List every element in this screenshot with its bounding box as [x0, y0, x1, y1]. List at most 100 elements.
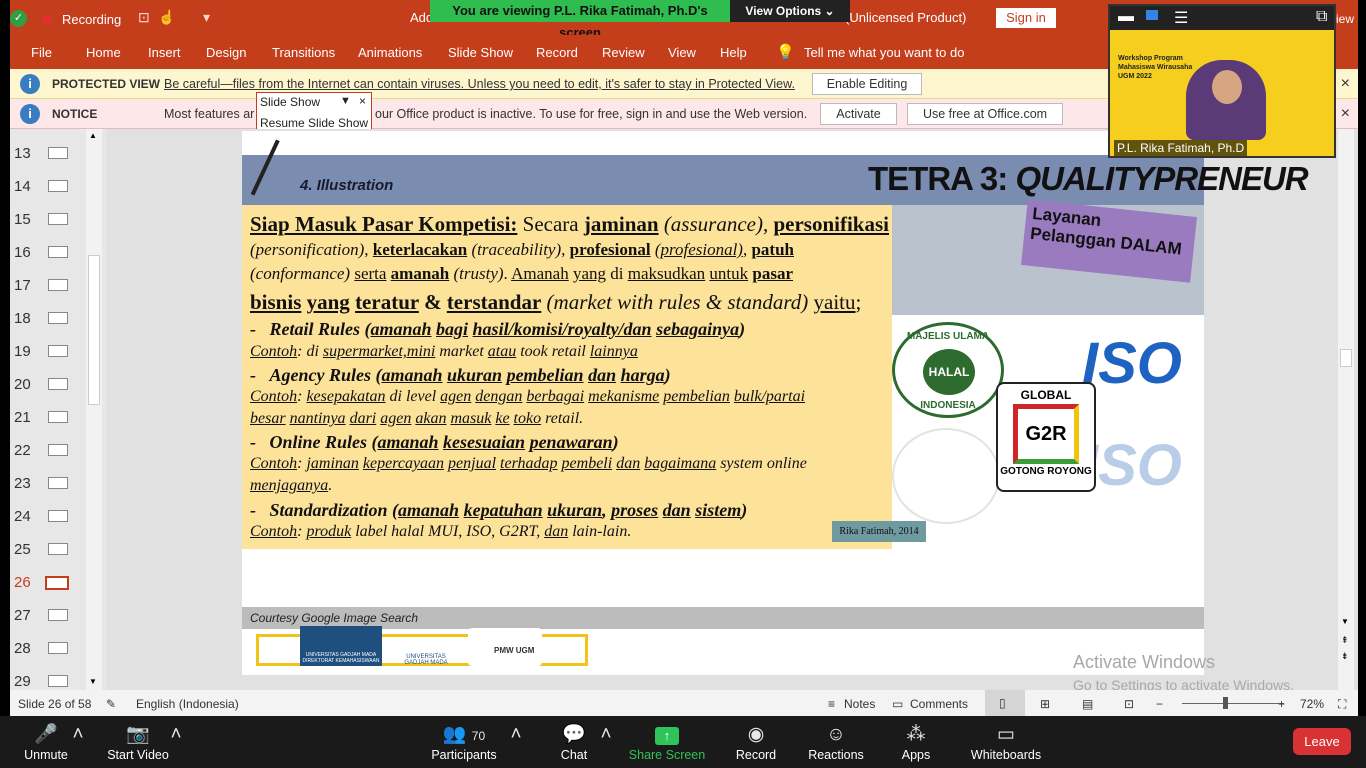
- slide-thumbnail[interactable]: 17: [10, 275, 90, 297]
- enable-editing-button[interactable]: Enable Editing: [812, 73, 922, 95]
- chat-icon: 💬: [562, 724, 586, 745]
- slide-thumbnail[interactable]: 23: [10, 473, 90, 495]
- zoom-slider-thumb[interactable]: [1223, 697, 1228, 709]
- menu-slide-show[interactable]: Slide Show: [448, 45, 513, 60]
- slide-thumbnail[interactable]: 19: [10, 341, 90, 363]
- thumbnail-image: [48, 312, 68, 324]
- microphone-muted-icon: 🎤: [34, 724, 58, 745]
- slide-thumbnail[interactable]: 20: [10, 374, 90, 396]
- close-icon[interactable]: ×: [359, 94, 366, 108]
- participants-button[interactable]: 👥 70 Participants: [430, 724, 498, 762]
- audio-options-icon[interactable]: ˄: [72, 724, 84, 746]
- comments-icon[interactable]: ▭: [892, 697, 903, 711]
- comments-button[interactable]: Comments: [910, 697, 968, 711]
- thumbnail-number: 22: [14, 442, 31, 459]
- presenter-icon[interactable]: ⊡: [138, 9, 150, 26]
- unmute-button[interactable]: 🎤 Unmute: [22, 724, 70, 762]
- slide-thumbnail[interactable]: 25: [10, 539, 90, 561]
- menu-home[interactable]: Home: [86, 45, 121, 60]
- gallery-view-icon[interactable]: ☰: [1174, 8, 1188, 28]
- slide-title-italic: QUALITYPRENEUR: [1015, 160, 1308, 197]
- apps-icon: ⁂: [906, 724, 926, 745]
- view-button-partial[interactable]: iew: [1336, 12, 1354, 26]
- normal-view-icon[interactable]: ▯: [985, 690, 1025, 716]
- ugm-logo: UNIVERSITAS GADJAH MADA: [404, 654, 448, 666]
- reading-view-icon[interactable]: ▤: [1082, 697, 1093, 711]
- fit-slide-icon[interactable]: ⛶: [1338, 697, 1346, 712]
- participants-options-icon[interactable]: ˄: [510, 724, 522, 746]
- video-options-icon[interactable]: ˄: [170, 724, 182, 746]
- close-icon[interactable]: ×: [1341, 105, 1350, 123]
- view-options-button[interactable]: View Options ⌄: [730, 0, 850, 22]
- slide-scrollbar[interactable]: ▼ ⇞ ⇟: [1338, 129, 1354, 690]
- zoom-in-icon[interactable]: +: [1278, 697, 1285, 711]
- scroll-down-icon[interactable]: ▼: [89, 677, 97, 686]
- whiteboards-button[interactable]: ▭ Whiteboards: [968, 724, 1044, 762]
- menu-transitions[interactable]: Transitions: [272, 45, 335, 60]
- start-video-button[interactable]: 📷 Start Video: [104, 724, 172, 762]
- participants-icon: 👥 70: [442, 724, 486, 745]
- slide-thumbnail[interactable]: 15: [10, 209, 90, 231]
- scroll-down-icon[interactable]: ▼: [1341, 617, 1349, 626]
- protected-view-message[interactable]: Be careful—files from the Internet can c…: [164, 77, 795, 91]
- touch-icon[interactable]: ☝: [158, 9, 175, 26]
- slide-thumbnail[interactable]: 14: [10, 176, 90, 198]
- expand-icon[interactable]: ⧉: [1316, 8, 1327, 26]
- menu-review[interactable]: Review: [602, 45, 645, 60]
- notes-button[interactable]: Notes: [844, 697, 875, 711]
- slide-counter: Slide 26 of 58: [18, 697, 92, 711]
- apps-button[interactable]: ⁂ Apps: [898, 724, 934, 762]
- zoom-out-icon[interactable]: −: [1156, 697, 1163, 711]
- zoom-slider[interactable]: [1182, 703, 1284, 704]
- language-indicator[interactable]: English (Indonesia): [136, 697, 239, 711]
- slide-thumbnail[interactable]: 22: [10, 440, 90, 462]
- lightbulb-icon: 💡: [776, 44, 795, 61]
- spell-check-icon[interactable]: ✎: [106, 697, 116, 711]
- thumbnail-scrollbar[interactable]: ▲ ▼: [86, 129, 102, 690]
- leave-button[interactable]: Leave: [1293, 728, 1351, 755]
- slide-thumbnail[interactable]: 13: [10, 143, 90, 165]
- minimize-icon[interactable]: ▬: [1118, 8, 1134, 26]
- slide-thumbnail[interactable]: 26: [10, 572, 90, 594]
- resume-slide-show-item[interactable]: Resume Slide Show: [260, 116, 368, 130]
- chat-options-icon[interactable]: ˄: [600, 724, 612, 746]
- share-screen-button[interactable]: ↑ Share Screen: [628, 724, 706, 762]
- scroll-thumb[interactable]: [1340, 349, 1352, 367]
- slide-thumbnail[interactable]: 16: [10, 242, 90, 264]
- next-slide-icon[interactable]: ⇟: [1341, 651, 1349, 662]
- slide-thumbnail[interactable]: 21: [10, 407, 90, 429]
- slide-thumbnail[interactable]: 28: [10, 638, 90, 660]
- notes-icon[interactable]: ≡: [828, 697, 835, 711]
- scroll-up-icon[interactable]: ▲: [89, 131, 97, 140]
- menu-record[interactable]: Record: [536, 45, 578, 60]
- menu-insert[interactable]: Insert: [148, 45, 181, 60]
- presenter-face: [1212, 70, 1242, 104]
- close-icon[interactable]: ×: [1341, 75, 1350, 93]
- menu-view[interactable]: View: [668, 45, 696, 60]
- video-thumbnail[interactable]: ▬ ☰ ⧉ Workshop Program Mahasiswa Wirausa…: [1108, 4, 1336, 158]
- menu-file[interactable]: File: [31, 45, 52, 60]
- slide-show-icon[interactable]: ⊡: [1124, 697, 1134, 711]
- previous-slide-icon[interactable]: ⇞: [1341, 635, 1349, 646]
- sign-in-button[interactable]: Sign in: [996, 8, 1056, 28]
- menu-design[interactable]: Design: [206, 45, 246, 60]
- use-free-button[interactable]: Use free at Office.com: [907, 103, 1063, 125]
- customize-toolbar-icon[interactable]: ▾: [203, 9, 210, 26]
- slide-thumbnail[interactable]: 18: [10, 308, 90, 330]
- slide-thumbnail[interactable]: 27: [10, 605, 90, 627]
- zoom-percent[interactable]: 72%: [1300, 697, 1324, 711]
- thumbnail-image: [48, 510, 68, 522]
- scroll-thumb[interactable]: [88, 255, 100, 405]
- tell-me-search[interactable]: Tell me what you want to do: [804, 45, 964, 60]
- menu-animations[interactable]: Animations: [358, 45, 422, 60]
- chat-button[interactable]: 💬 Chat: [556, 724, 592, 762]
- slide-sorter-icon[interactable]: ⊞: [1040, 697, 1050, 711]
- slide-thumbnail[interactable]: 24: [10, 506, 90, 528]
- speaker-view-icon[interactable]: [1146, 10, 1158, 20]
- reactions-button[interactable]: ☺ Reactions: [806, 724, 866, 762]
- activate-button[interactable]: Activate: [820, 103, 897, 125]
- g2r-top-text: GLOBAL: [1020, 388, 1072, 402]
- menu-help[interactable]: Help: [720, 45, 747, 60]
- dropdown-icon[interactable]: ▼: [340, 95, 351, 107]
- record-button[interactable]: ◉ Record: [734, 724, 778, 762]
